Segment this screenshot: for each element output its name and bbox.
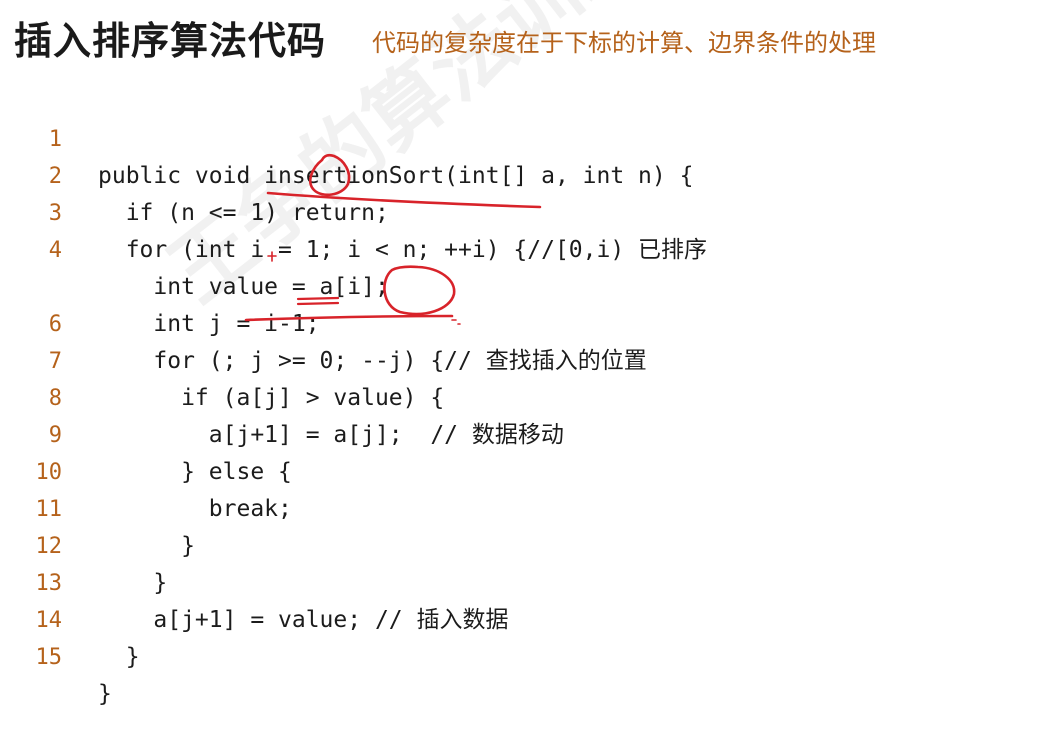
code-line: 9 } else {	[0, 380, 1056, 485]
code-line: 3 for (int i = 1; i < n; ++i) {//[0,i) 已…	[0, 158, 1056, 263]
code-line: 6 for (; j >= 0; --j) {// 查找插入的位置	[0, 269, 1056, 374]
code-line: 14 }	[0, 565, 1056, 670]
code-listing: 1 public void insertionSort(int[] a, int…	[0, 84, 1056, 707]
slide: 王争的算法训练营 插入排序算法代码 代码的复杂度在于下标的计算、边界条件的处理 …	[0, 0, 1056, 707]
code-line: 13 a[j+1] = value; // 插入数据	[0, 528, 1056, 633]
code-line: int j = i-1;	[0, 232, 1056, 337]
line-number: 15	[35, 645, 63, 670]
code-line: 11 }	[0, 454, 1056, 559]
code-text: }	[98, 644, 140, 670]
code-line: 4 int value = a[i];	[0, 195, 1056, 300]
code-line: 12 }	[0, 491, 1056, 596]
slide-subtitle: 代码的复杂度在于下标的计算、边界条件的处理	[372, 29, 876, 57]
code-text: }	[98, 681, 112, 707]
code-line: 8 a[j+1] = a[j]; // 数据移动	[0, 343, 1056, 448]
code-line: 1 public void insertionSort(int[] a, int…	[0, 84, 1056, 189]
slide-title: 插入排序算法代码	[14, 19, 327, 63]
code-line: 2 if (n <= 1) return;	[0, 121, 1056, 226]
code-line: 15 }	[0, 602, 1056, 707]
code-line: 7 if (a[j] > value) {	[0, 306, 1056, 411]
code-line: 10 break;	[0, 417, 1056, 522]
